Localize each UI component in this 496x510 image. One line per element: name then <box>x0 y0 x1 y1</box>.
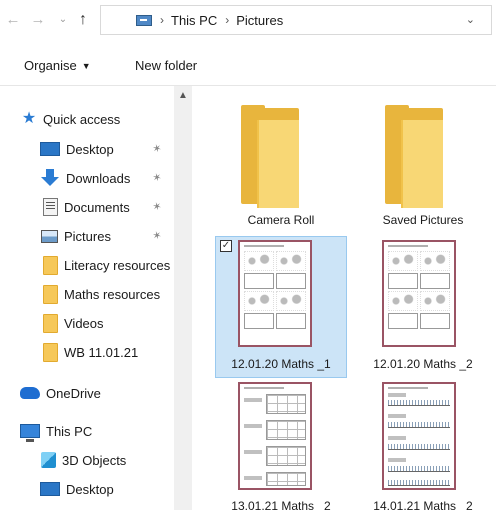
pin-icon[interactable]: ✶ <box>149 141 165 156</box>
file-name: Camera Roll <box>247 213 315 227</box>
file-name: 12.01.20 Maths _2 <box>373 357 473 371</box>
image-thumbnail <box>238 240 312 347</box>
file-name: 13.01.21 Maths _2 <box>231 499 331 510</box>
folder-icon <box>43 313 58 333</box>
nav-label: Desktop <box>66 141 114 157</box>
image-thumbnail <box>238 382 312 490</box>
nav-this-pc[interactable]: This PC <box>0 418 174 444</box>
folder-tile-saved-pictures[interactable]: Saved Pictures <box>358 86 488 236</box>
desktop-icon <box>40 142 60 156</box>
nav-item-desktop[interactable]: Desktop ✶ <box>0 136 174 162</box>
organise-label: Organise <box>24 58 77 73</box>
3d-objects-icon <box>41 452 56 468</box>
address-bar[interactable]: › This PC › Pictures ⌄ <box>100 5 492 35</box>
nav-item-maths-resources[interactable]: Maths resources <box>0 281 174 307</box>
file-name: 12.01.20 Maths _1 <box>231 357 331 371</box>
nav-label: OneDrive <box>46 385 101 401</box>
pin-icon[interactable]: ✶ <box>149 170 165 185</box>
nav-label: Documents <box>64 199 130 215</box>
nav-item-literacy-resources[interactable]: Literacy resources <box>0 252 174 278</box>
folder-icon <box>43 284 58 304</box>
nav-label: This PC <box>46 423 93 439</box>
nav-label: Maths resources <box>64 286 161 302</box>
nav-label: Desktop <box>66 481 114 497</box>
breadcrumb-pictures[interactable]: Pictures <box>236 13 283 28</box>
address-row: ← → ⌄ ↑ › This PC › Pictures ⌄ <box>0 0 496 42</box>
caret-down-icon: ▼ <box>81 61 91 71</box>
breadcrumb-this-pc[interactable]: This PC <box>171 13 217 28</box>
file-name: 14.01.21 Maths _2 <box>373 499 473 510</box>
desktop-icon <box>40 482 60 496</box>
image-thumbnail <box>382 240 456 347</box>
file-list: Camera Roll Saved Pictures ✓ 12.01.20 Ma… <box>193 86 496 510</box>
nav-label: Quick access <box>43 111 121 127</box>
pictures-icon <box>41 229 58 243</box>
up-arrow-icon[interactable]: ↑ <box>75 10 91 30</box>
nav-label: Downloads <box>66 170 131 186</box>
forward-arrow-icon[interactable]: → <box>30 10 46 30</box>
this-pc-icon <box>136 14 152 26</box>
nav-scrollbar[interactable] <box>174 86 192 510</box>
address-dropdown-icon[interactable]: ⌄ <box>466 13 475 26</box>
back-arrow-icon[interactable]: ← <box>5 10 21 30</box>
command-bar: Organise ▼ New folder <box>0 42 496 86</box>
folder-icon <box>241 105 299 208</box>
image-tile-14-01-21-maths-2[interactable]: 14.01.21 Maths _2 <box>358 382 488 510</box>
folder-icon <box>385 105 443 208</box>
nav-label: 3D Objects <box>62 452 127 468</box>
nav-item-downloads[interactable]: Downloads ✶ <box>0 165 174 191</box>
breadcrumb-separator-icon[interactable]: › <box>225 13 229 27</box>
nav-item-wb-11-01-21[interactable]: WB 11.01.21 <box>0 339 174 365</box>
organise-button[interactable]: Organise ▼ <box>24 58 91 73</box>
breadcrumb-separator-icon[interactable]: › <box>160 13 164 27</box>
nav-label: Literacy resources <box>64 257 171 273</box>
nav-label: Pictures <box>64 228 111 244</box>
nav-item-pictures[interactable]: Pictures ✶ <box>0 223 174 249</box>
navigation-pane: ▲ ★ Quick access Desktop ✶ Downloads ✶ D… <box>0 86 193 510</box>
documents-icon <box>43 198 58 216</box>
image-tile-13-01-21-maths-2[interactable]: 13.01.21 Maths _2 <box>216 382 346 510</box>
pin-icon[interactable]: ✶ <box>149 199 165 214</box>
nav-label: Videos <box>64 315 104 331</box>
image-thumbnail <box>382 382 456 490</box>
nav-item-3d-objects[interactable]: 3D Objects <box>0 447 174 473</box>
download-icon <box>40 169 60 187</box>
star-icon: ★ <box>21 110 37 127</box>
image-tile-12-01-20-maths-2[interactable]: 12.01.20 Maths _2 <box>358 236 488 378</box>
nav-item-videos[interactable]: Videos <box>0 310 174 336</box>
folder-icon <box>43 342 58 362</box>
nav-item-pc-desktop[interactable]: Desktop <box>0 476 174 502</box>
nav-item-documents[interactable]: Documents ✶ <box>0 194 174 220</box>
cloud-icon <box>20 387 40 399</box>
image-tile-12-01-20-maths-1[interactable]: 12.01.20 Maths _1 <box>216 236 346 378</box>
recent-locations-chevron-icon[interactable]: ⌄ <box>55 10 71 30</box>
folder-tile-camera-roll[interactable]: Camera Roll <box>216 86 346 236</box>
nav-quick-access[interactable]: ★ Quick access <box>0 106 174 132</box>
nav-onedrive[interactable]: OneDrive <box>0 380 174 406</box>
computer-icon <box>20 424 40 442</box>
pin-icon[interactable]: ✶ <box>149 228 165 243</box>
new-folder-button[interactable]: New folder <box>135 58 197 73</box>
folder-icon <box>43 255 58 275</box>
scroll-up-arrow-icon[interactable]: ▲ <box>178 90 188 101</box>
file-name: Saved Pictures <box>382 213 464 227</box>
nav-label: WB 11.01.21 <box>64 344 139 360</box>
